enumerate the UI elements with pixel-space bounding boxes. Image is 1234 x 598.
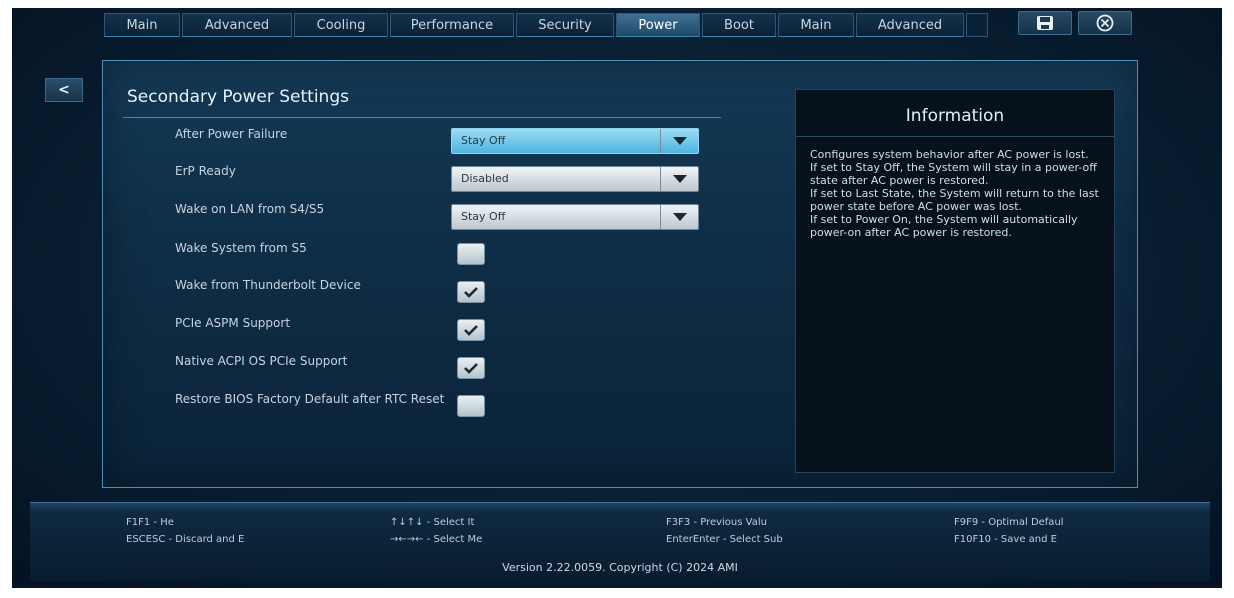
close-circle-icon	[1096, 14, 1114, 32]
tab-advanced[interactable]: Advanced	[182, 13, 292, 37]
info-line: If set to Last State, the System will re…	[810, 187, 1099, 213]
erp-ready-dropdown[interactable]: Disabled	[451, 166, 699, 192]
restore-bios-checkbox[interactable]	[457, 395, 485, 417]
tab-overflow[interactable]	[966, 13, 988, 37]
top-tab-bar: Main Advanced Cooling Performance Securi…	[104, 13, 1144, 38]
bios-screen: Main Advanced Cooling Performance Securi…	[12, 8, 1222, 588]
hotkey-previous-value: F3F3 - Previous Valu	[666, 517, 767, 528]
hotkey-help: F1F1 - He	[126, 517, 174, 528]
exit-button[interactable]	[1078, 11, 1132, 35]
restore-bios-label: Restore BIOS Factory Default after RTC R…	[175, 392, 445, 406]
erp-ready-label: ErP Ready	[175, 164, 236, 178]
chevron-down-icon	[660, 129, 698, 153]
wake-system-s5-checkbox[interactable]	[457, 243, 485, 265]
information-text: Configures system behavior after AC powe…	[810, 148, 1100, 239]
footer-divider	[30, 503, 1210, 511]
tab-performance[interactable]: Performance	[390, 13, 514, 37]
information-divider	[796, 136, 1114, 137]
hotkey-select-item: ↑↓↑↓ - Select It	[390, 517, 475, 528]
tab-security[interactable]: Security	[516, 13, 614, 37]
tab-power[interactable]: Power	[616, 13, 700, 37]
save-button[interactable]	[1018, 11, 1072, 35]
section-divider	[123, 117, 721, 118]
hotkey-discard-exit: ESCESC - Discard and E	[126, 534, 245, 545]
wake-thunderbolt-checkbox[interactable]	[457, 281, 485, 303]
hotkey-optimal-defaults: F9F9 - Optimal Defaul	[954, 517, 1064, 528]
wake-on-lan-dropdown[interactable]: Stay Off	[451, 204, 699, 230]
hotkey-select-submenu: EnterEnter - Select Sub	[666, 534, 783, 545]
wake-on-lan-value: Stay Off	[461, 210, 506, 223]
checkmark-icon	[464, 363, 478, 374]
native-acpi-label: Native ACPI OS PCIe Support	[175, 354, 348, 368]
tab-advanced-2[interactable]: Advanced	[856, 13, 964, 37]
tab-cooling[interactable]: Cooling	[294, 13, 388, 37]
save-icon	[1037, 16, 1053, 30]
information-panel: Information Configures system behavior a…	[795, 89, 1115, 473]
section-title: Secondary Power Settings	[127, 87, 349, 107]
pcie-aspm-label: PCIe ASPM Support	[175, 316, 291, 330]
wake-system-s5-label: Wake System from S5	[175, 241, 307, 255]
hotkey-save-exit: F10F10 - Save and E	[954, 534, 1057, 545]
wake-on-lan-label: Wake on LAN from S4/S5	[175, 202, 325, 216]
back-button[interactable]: <	[45, 78, 83, 102]
chevron-down-icon	[660, 205, 698, 229]
hotkey-select-menu: →←→← - Select Me	[390, 534, 483, 545]
after-power-failure-label: After Power Failure	[175, 127, 288, 141]
info-line: If set to Power On, the System will auto…	[810, 213, 1078, 239]
information-title: Information	[905, 106, 1005, 126]
tab-main-2[interactable]: Main	[778, 13, 854, 37]
pcie-aspm-checkbox[interactable]	[457, 319, 485, 341]
tab-boot[interactable]: Boot	[702, 13, 776, 37]
footer-bar: F1F1 - He ESCESC - Discard and E ↑↓↑↓ - …	[30, 502, 1210, 581]
chevron-down-icon	[660, 167, 698, 191]
checkmark-icon	[464, 325, 478, 336]
checkmark-icon	[464, 287, 478, 298]
info-line: If set to Stay Off, the System will stay…	[810, 161, 1097, 187]
after-power-failure-dropdown[interactable]: Stay Off	[451, 128, 699, 154]
settings-panel: Secondary Power Settings After Power Fai…	[102, 60, 1138, 488]
erp-ready-value: Disabled	[461, 172, 509, 185]
info-line: Configures system behavior after AC powe…	[810, 148, 1089, 161]
tab-main[interactable]: Main	[104, 13, 180, 37]
after-power-failure-value: Stay Off	[461, 134, 506, 147]
native-acpi-checkbox[interactable]	[457, 357, 485, 379]
version-text: Version 2.22.0059. Copyright (C) 2024 AM…	[502, 561, 738, 574]
wake-thunderbolt-label: Wake from Thunderbolt Device	[175, 278, 361, 292]
